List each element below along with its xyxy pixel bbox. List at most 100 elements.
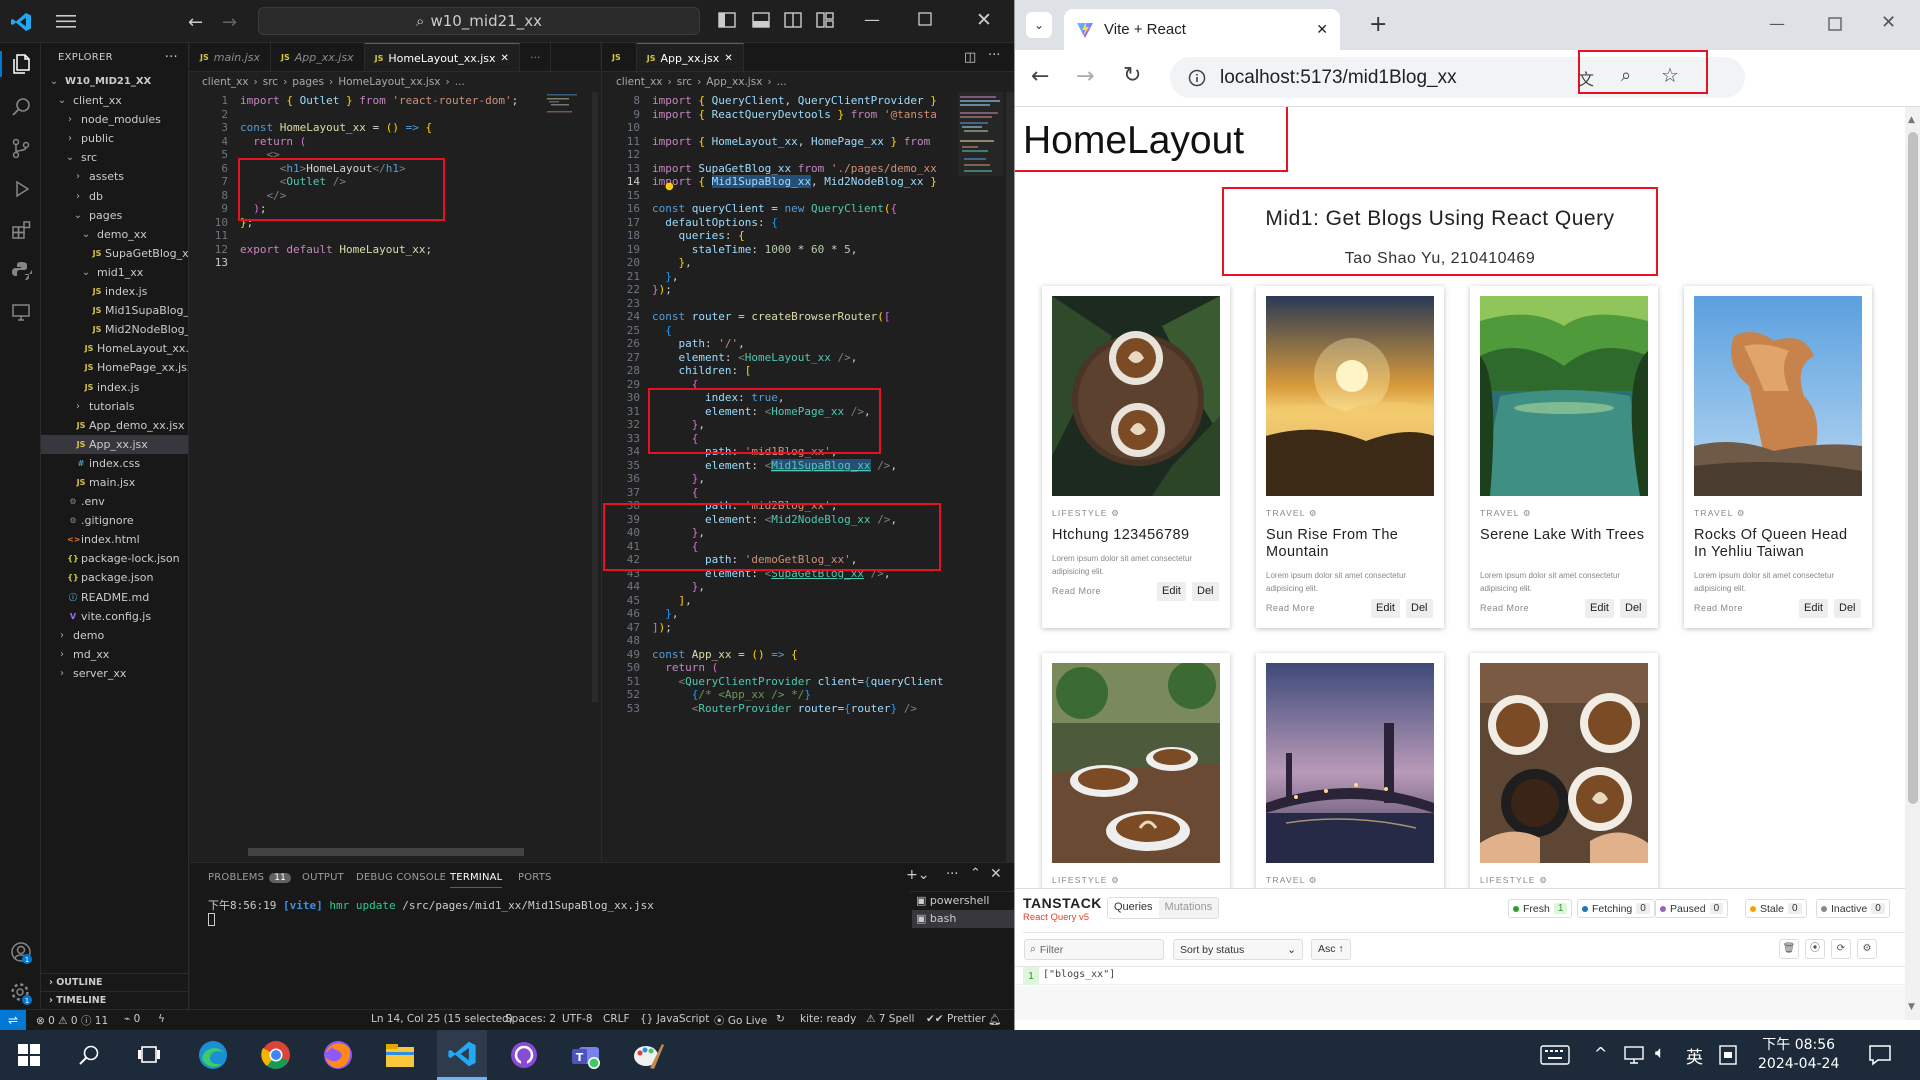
right-code-editor[interactable]: 8 import { QueryClient, QueryClientProvid…	[602, 92, 952, 860]
editor-tab[interactable]: JS App_xx.jsx ✕	[636, 43, 744, 71]
spell-status[interactable]: ⚠ 7 Spell	[866, 1013, 914, 1025]
status-filter-fresh[interactable]: Fresh 1	[1508, 899, 1573, 918]
vscode-logo-icon[interactable]	[10, 11, 32, 33]
status-filter-fetching[interactable]: Fetching 0	[1577, 899, 1655, 918]
query-row[interactable]: 1 ["blogs_xx"]	[1015, 967, 1905, 985]
sort-order-button[interactable]: Asc ↑	[1311, 939, 1351, 960]
read-more-link[interactable]: Read More	[1480, 603, 1529, 613]
notification-center-icon[interactable]	[1868, 1043, 1892, 1067]
read-more-link[interactable]: Read More	[1052, 586, 1101, 596]
breadcrumb-item[interactable]: ...	[777, 76, 787, 88]
accounts-icon[interactable]: 1	[8, 939, 34, 965]
run-debug-icon[interactable]	[8, 176, 34, 202]
terminal-output[interactable]: 下午8:56:19 [vite] hmr update /src/pages/m…	[208, 897, 654, 913]
breadcrumb-item[interactable]: src	[677, 76, 692, 88]
scroll-thumb[interactable]	[1908, 132, 1918, 804]
page-scrollbar[interactable]: ▲ ▼	[1905, 107, 1920, 1020]
terminal-instance[interactable]: ▣ powershell	[912, 892, 1014, 910]
scroll-down-icon[interactable]: ▼	[1908, 1002, 1915, 1012]
blog-card[interactable]: LIFESTYLE ⚙ Htchung 123456789 Lorem ipsum …	[1042, 286, 1230, 628]
chevron-right-icon[interactable]: ›	[73, 397, 83, 416]
editor-more-icon[interactable]: ···	[520, 43, 552, 71]
blog-card[interactable]: TRAVEL ⚙ Serene Lake With Trees Lorem ipsu…	[1470, 286, 1658, 628]
tree-item[interactable]: JSHomeLayout_xx.jsx	[41, 339, 188, 358]
command-center-search[interactable]: ⌕ w10_mid21_xx	[258, 7, 700, 35]
network-icon[interactable]	[1623, 1044, 1647, 1066]
lightbulb-icon[interactable]: ●	[665, 181, 675, 192]
edge-icon[interactable]	[188, 1030, 238, 1080]
explorer-icon[interactable]	[0, 51, 41, 77]
status-filter-paused[interactable]: Paused 0	[1655, 899, 1729, 918]
teams-icon[interactable]: T	[561, 1030, 611, 1080]
problems-status[interactable]: ⊗ 0 ⚠ 0 ⓘ 11	[36, 1013, 108, 1028]
language-status[interactable]: {} JavaScript	[640, 1013, 709, 1025]
tree-item[interactable]: ⌄ client_xx	[41, 91, 188, 110]
tree-item[interactable]: › md_xx	[41, 645, 188, 664]
close-tab-icon[interactable]: ✕	[724, 53, 732, 64]
show-hidden-icons[interactable]: ^	[1594, 1044, 1607, 1063]
back-icon[interactable]: ←	[1031, 64, 1049, 89]
reload-icon[interactable]: ↻	[1123, 63, 1141, 88]
timeline-section[interactable]: › TIMELINE	[41, 991, 188, 1009]
breadcrumb-item[interactable]: client_xx	[202, 76, 249, 88]
tree-item[interactable]: › db	[41, 187, 188, 206]
chevron-down-icon[interactable]: ⌄	[49, 72, 59, 91]
blog-card[interactable]: LIFESTYLE ⚙Lorem ipsum dolor sit amet co…	[1042, 653, 1230, 889]
close-tab-icon[interactable]: ✕	[1316, 21, 1328, 38]
tree-item[interactable]: ⌄ src	[41, 148, 188, 167]
chevron-down-icon[interactable]: ⌄	[81, 263, 91, 282]
panel-tab-problems[interactable]: PROBLEMS 11	[208, 872, 292, 883]
editor-more-icon[interactable]: ···	[988, 48, 1000, 63]
tree-item[interactable]: › server_xx	[41, 664, 188, 683]
clock[interactable]: 下午 08:56 2024-04-24	[1758, 1036, 1839, 1074]
zoom-icon[interactable]: ⌕	[1621, 65, 1631, 86]
chevron-down-icon[interactable]: ⌄	[73, 206, 83, 225]
left-code-editor[interactable]: 1 import { Outlet } from 'react-router-do…	[190, 92, 600, 860]
blog-card[interactable]: TRAVEL ⚙Lorem ipsum dolor sit amet conse…	[1256, 653, 1444, 889]
tree-item[interactable]: <> index.html	[41, 530, 188, 549]
python-icon[interactable]	[8, 258, 34, 284]
volume-icon[interactable]: 🔈︎	[1655, 1043, 1665, 1063]
extensions-icon[interactable]	[8, 217, 34, 243]
ime-mode-icon[interactable]	[1718, 1044, 1738, 1066]
tree-item[interactable]: JS HomePage_xx.jsx	[41, 358, 188, 377]
source-control-icon[interactable]	[8, 135, 34, 161]
forward-icon[interactable]: →	[1076, 64, 1094, 89]
chevron-right-icon[interactable]: ›	[73, 167, 83, 186]
editor-tab[interactable]: JS App_xx.jsx	[271, 43, 365, 71]
tree-item[interactable]: › node_modules	[41, 110, 188, 129]
blog-card[interactable]: LIFESTYLE ⚙Lorem ipsum dolor sit amet co…	[1470, 653, 1658, 889]
chrome-minimize-icon[interactable]: —	[1769, 14, 1785, 33]
eol-status[interactable]: CRLF	[603, 1013, 630, 1025]
blog-card-title[interactable]: Sun Rise From The Mountain	[1266, 527, 1436, 561]
devtools-settings-icon[interactable]: ⚙	[1857, 939, 1877, 959]
panel-tab-ports[interactable]: PORTS	[518, 872, 552, 883]
site-info-icon[interactable]	[1188, 69, 1206, 87]
chevron-down-icon[interactable]: ⌄	[57, 91, 67, 110]
kite-status[interactable]: kite: ready	[800, 1013, 856, 1025]
chevron-right-icon[interactable]: ›	[57, 664, 67, 683]
maximize-panel-icon[interactable]: ⌃	[970, 866, 981, 881]
tree-item[interactable]: › tutorials	[41, 397, 188, 416]
menu-hamburger-icon[interactable]	[56, 13, 76, 29]
chevron-right-icon[interactable]: ›	[57, 626, 67, 645]
terminal-instance[interactable]: ▣ bash	[912, 910, 1014, 928]
panel-more-icon[interactable]: ···	[946, 867, 958, 882]
ports-status[interactable]: ⌁ 0	[124, 1013, 140, 1025]
toggle-secondary-sidebar-icon[interactable]	[784, 12, 802, 28]
clear-cache-icon[interactable]: 🗑︎	[1779, 939, 1799, 959]
tree-item[interactable]: JSMid2NodeBlog_...	[41, 320, 188, 339]
tree-item[interactable]: ⚙ .env	[41, 492, 188, 511]
delete-button[interactable]: Del	[1406, 599, 1433, 618]
edit-button[interactable]: Edit	[1585, 599, 1614, 618]
chrome-taskbar-icon[interactable]	[251, 1030, 301, 1080]
tree-item[interactable]: ⚙ .gitignore	[41, 511, 188, 530]
read-more-link[interactable]: Read More	[1694, 603, 1743, 613]
taskbar-search-icon[interactable]	[64, 1030, 114, 1080]
sync-icon[interactable]: ↻	[776, 1013, 785, 1025]
chevron-down-icon[interactable]: ⌄	[65, 148, 75, 167]
tree-item[interactable]: # index.css	[41, 454, 188, 473]
read-more-link[interactable]: Read More	[1266, 603, 1315, 613]
blog-card[interactable]: TRAVEL ⚙ Sun Rise From The Mountain Lorem …	[1256, 286, 1444, 628]
breadcrumb-item[interactable]: HomeLayout_xx.jsx	[338, 76, 440, 88]
